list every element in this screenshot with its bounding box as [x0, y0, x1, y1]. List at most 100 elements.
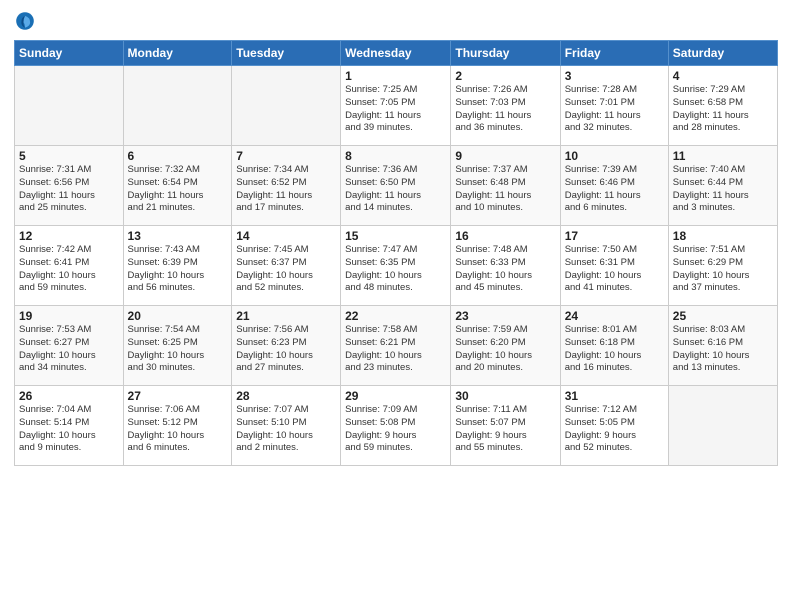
day-info: Sunrise: 7:48 AM Sunset: 6:33 PM Dayligh… [455, 244, 555, 295]
day-info: Sunrise: 7:11 AM Sunset: 5:07 PM Dayligh… [455, 404, 555, 455]
day-number: 13 [128, 229, 228, 243]
day-info: Sunrise: 7:04 AM Sunset: 5:14 PM Dayligh… [19, 404, 119, 455]
day-number: 9 [455, 149, 555, 163]
day-info: Sunrise: 7:39 AM Sunset: 6:46 PM Dayligh… [565, 164, 664, 215]
calendar-cell [668, 386, 777, 466]
calendar-cell: 2Sunrise: 7:26 AM Sunset: 7:03 PM Daylig… [451, 66, 560, 146]
calendar-cell: 29Sunrise: 7:09 AM Sunset: 5:08 PM Dayli… [341, 386, 451, 466]
day-info: Sunrise: 7:51 AM Sunset: 6:29 PM Dayligh… [673, 244, 773, 295]
day-info: Sunrise: 7:59 AM Sunset: 6:20 PM Dayligh… [455, 324, 555, 375]
day-info: Sunrise: 7:07 AM Sunset: 5:10 PM Dayligh… [236, 404, 336, 455]
calendar-cell: 28Sunrise: 7:07 AM Sunset: 5:10 PM Dayli… [232, 386, 341, 466]
calendar-cell: 7Sunrise: 7:34 AM Sunset: 6:52 PM Daylig… [232, 146, 341, 226]
calendar-week-row: 5Sunrise: 7:31 AM Sunset: 6:56 PM Daylig… [15, 146, 778, 226]
calendar-day-header: Sunday [15, 41, 124, 66]
logo-icon [14, 10, 36, 32]
calendar-cell: 21Sunrise: 7:56 AM Sunset: 6:23 PM Dayli… [232, 306, 341, 386]
day-info: Sunrise: 7:37 AM Sunset: 6:48 PM Dayligh… [455, 164, 555, 215]
day-info: Sunrise: 7:28 AM Sunset: 7:01 PM Dayligh… [565, 84, 664, 135]
day-number: 26 [19, 389, 119, 403]
day-number: 8 [345, 149, 446, 163]
calendar-week-row: 1Sunrise: 7:25 AM Sunset: 7:05 PM Daylig… [15, 66, 778, 146]
calendar-cell: 24Sunrise: 8:01 AM Sunset: 6:18 PM Dayli… [560, 306, 668, 386]
day-number: 10 [565, 149, 664, 163]
day-number: 19 [19, 309, 119, 323]
day-number: 16 [455, 229, 555, 243]
day-info: Sunrise: 7:53 AM Sunset: 6:27 PM Dayligh… [19, 324, 119, 375]
calendar-week-row: 12Sunrise: 7:42 AM Sunset: 6:41 PM Dayli… [15, 226, 778, 306]
calendar-cell: 22Sunrise: 7:58 AM Sunset: 6:21 PM Dayli… [341, 306, 451, 386]
day-info: Sunrise: 7:56 AM Sunset: 6:23 PM Dayligh… [236, 324, 336, 375]
day-info: Sunrise: 7:31 AM Sunset: 6:56 PM Dayligh… [19, 164, 119, 215]
day-info: Sunrise: 7:50 AM Sunset: 6:31 PM Dayligh… [565, 244, 664, 295]
day-number: 14 [236, 229, 336, 243]
day-number: 27 [128, 389, 228, 403]
calendar-cell [232, 66, 341, 146]
calendar-cell: 25Sunrise: 8:03 AM Sunset: 6:16 PM Dayli… [668, 306, 777, 386]
day-info: Sunrise: 7:58 AM Sunset: 6:21 PM Dayligh… [345, 324, 446, 375]
calendar-cell: 16Sunrise: 7:48 AM Sunset: 6:33 PM Dayli… [451, 226, 560, 306]
day-info: Sunrise: 7:25 AM Sunset: 7:05 PM Dayligh… [345, 84, 446, 135]
calendar-day-header: Saturday [668, 41, 777, 66]
day-number: 2 [455, 69, 555, 83]
day-info: Sunrise: 7:40 AM Sunset: 6:44 PM Dayligh… [673, 164, 773, 215]
calendar-cell: 9Sunrise: 7:37 AM Sunset: 6:48 PM Daylig… [451, 146, 560, 226]
day-info: Sunrise: 7:12 AM Sunset: 5:05 PM Dayligh… [565, 404, 664, 455]
calendar-day-header: Tuesday [232, 41, 341, 66]
day-info: Sunrise: 8:03 AM Sunset: 6:16 PM Dayligh… [673, 324, 773, 375]
calendar-cell: 23Sunrise: 7:59 AM Sunset: 6:20 PM Dayli… [451, 306, 560, 386]
calendar-week-row: 19Sunrise: 7:53 AM Sunset: 6:27 PM Dayli… [15, 306, 778, 386]
day-number: 21 [236, 309, 336, 323]
day-number: 15 [345, 229, 446, 243]
day-number: 4 [673, 69, 773, 83]
calendar-cell: 1Sunrise: 7:25 AM Sunset: 7:05 PM Daylig… [341, 66, 451, 146]
day-info: Sunrise: 7:34 AM Sunset: 6:52 PM Dayligh… [236, 164, 336, 215]
day-info: Sunrise: 7:42 AM Sunset: 6:41 PM Dayligh… [19, 244, 119, 295]
day-number: 31 [565, 389, 664, 403]
calendar-cell: 14Sunrise: 7:45 AM Sunset: 6:37 PM Dayli… [232, 226, 341, 306]
day-number: 24 [565, 309, 664, 323]
day-info: Sunrise: 8:01 AM Sunset: 6:18 PM Dayligh… [565, 324, 664, 375]
page-container: SundayMondayTuesdayWednesdayThursdayFrid… [0, 0, 792, 474]
day-info: Sunrise: 7:29 AM Sunset: 6:58 PM Dayligh… [673, 84, 773, 135]
day-number: 22 [345, 309, 446, 323]
day-number: 5 [19, 149, 119, 163]
calendar-cell [15, 66, 124, 146]
calendar-cell: 12Sunrise: 7:42 AM Sunset: 6:41 PM Dayli… [15, 226, 124, 306]
day-number: 25 [673, 309, 773, 323]
day-number: 23 [455, 309, 555, 323]
calendar-cell: 3Sunrise: 7:28 AM Sunset: 7:01 PM Daylig… [560, 66, 668, 146]
day-number: 30 [455, 389, 555, 403]
calendar-cell: 13Sunrise: 7:43 AM Sunset: 6:39 PM Dayli… [123, 226, 232, 306]
day-number: 6 [128, 149, 228, 163]
day-number: 18 [673, 229, 773, 243]
header [14, 10, 778, 32]
calendar-cell: 31Sunrise: 7:12 AM Sunset: 5:05 PM Dayli… [560, 386, 668, 466]
day-info: Sunrise: 7:36 AM Sunset: 6:50 PM Dayligh… [345, 164, 446, 215]
day-info: Sunrise: 7:54 AM Sunset: 6:25 PM Dayligh… [128, 324, 228, 375]
day-number: 29 [345, 389, 446, 403]
day-info: Sunrise: 7:26 AM Sunset: 7:03 PM Dayligh… [455, 84, 555, 135]
calendar-cell: 8Sunrise: 7:36 AM Sunset: 6:50 PM Daylig… [341, 146, 451, 226]
calendar: SundayMondayTuesdayWednesdayThursdayFrid… [14, 40, 778, 466]
day-number: 11 [673, 149, 773, 163]
day-info: Sunrise: 7:45 AM Sunset: 6:37 PM Dayligh… [236, 244, 336, 295]
day-info: Sunrise: 7:47 AM Sunset: 6:35 PM Dayligh… [345, 244, 446, 295]
calendar-cell [123, 66, 232, 146]
calendar-day-header: Monday [123, 41, 232, 66]
calendar-cell: 20Sunrise: 7:54 AM Sunset: 6:25 PM Dayli… [123, 306, 232, 386]
day-info: Sunrise: 7:43 AM Sunset: 6:39 PM Dayligh… [128, 244, 228, 295]
day-number: 17 [565, 229, 664, 243]
calendar-header-row: SundayMondayTuesdayWednesdayThursdayFrid… [15, 41, 778, 66]
day-info: Sunrise: 7:09 AM Sunset: 5:08 PM Dayligh… [345, 404, 446, 455]
day-number: 28 [236, 389, 336, 403]
calendar-cell: 5Sunrise: 7:31 AM Sunset: 6:56 PM Daylig… [15, 146, 124, 226]
day-number: 3 [565, 69, 664, 83]
calendar-cell: 15Sunrise: 7:47 AM Sunset: 6:35 PM Dayli… [341, 226, 451, 306]
calendar-cell: 17Sunrise: 7:50 AM Sunset: 6:31 PM Dayli… [560, 226, 668, 306]
calendar-cell: 6Sunrise: 7:32 AM Sunset: 6:54 PM Daylig… [123, 146, 232, 226]
calendar-day-header: Thursday [451, 41, 560, 66]
calendar-week-row: 26Sunrise: 7:04 AM Sunset: 5:14 PM Dayli… [15, 386, 778, 466]
day-number: 1 [345, 69, 446, 83]
calendar-cell: 30Sunrise: 7:11 AM Sunset: 5:07 PM Dayli… [451, 386, 560, 466]
